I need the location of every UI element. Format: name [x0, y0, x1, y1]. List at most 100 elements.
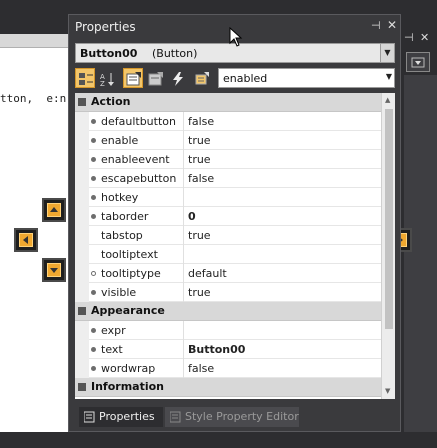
- collapse-icon[interactable]: [78, 383, 86, 391]
- property-value[interactable]: true: [188, 153, 211, 166]
- category-label: Appearance: [91, 304, 165, 317]
- dock-top-guide[interactable]: [42, 198, 66, 222]
- property-row[interactable]: defaultbutton false: [75, 112, 381, 131]
- property-name: hotkey: [101, 191, 139, 204]
- tab-style-property-editor[interactable]: Style Property Editor: [165, 407, 299, 427]
- row-gutter: [75, 131, 89, 150]
- property-row[interactable]: expr: [75, 321, 381, 340]
- category-information[interactable]: Information: [75, 378, 381, 397]
- chevron-down-icon[interactable]: ▼: [386, 72, 392, 81]
- row-gutter: [75, 340, 89, 359]
- pin-icon[interactable]: ⊣: [371, 19, 381, 32]
- property-row[interactable]: wordwrap false: [75, 359, 381, 378]
- tab-style-property-editor-label: Style Property Editor: [185, 410, 299, 423]
- property-value[interactable]: default: [188, 267, 227, 280]
- scroll-down-icon[interactable]: ▼: [385, 387, 390, 395]
- property-value[interactable]: false: [188, 115, 214, 128]
- property-name: enableevent: [101, 153, 170, 166]
- property-value[interactable]: false: [188, 362, 214, 375]
- property-name: defaultbutton: [101, 115, 176, 128]
- object-name: Button00: [80, 47, 138, 60]
- column-divider: [183, 188, 184, 207]
- property-value[interactable]: true: [188, 286, 211, 299]
- categorized-button[interactable]: [75, 68, 95, 88]
- property-value[interactable]: Button00: [188, 343, 245, 356]
- alphabetical-icon: A Z: [100, 73, 114, 87]
- property-row[interactable]: enableevent true: [75, 150, 381, 169]
- close-icon[interactable]: ✕: [420, 31, 429, 44]
- column-divider: [183, 321, 184, 340]
- property-name: taborder: [101, 210, 149, 223]
- property-grid-scrollbar[interactable]: ▲ ▼: [381, 93, 395, 399]
- style-button[interactable]: [191, 68, 211, 88]
- style-editor-tab-icon: [170, 411, 181, 423]
- property-name: tabstop: [101, 229, 143, 242]
- property-value[interactable]: false: [188, 172, 214, 185]
- property-marker-icon: [91, 195, 96, 200]
- dock-left-guide[interactable]: [14, 228, 38, 252]
- column-divider: [183, 207, 184, 226]
- pin-icon[interactable]: ⊣: [404, 31, 414, 44]
- filter-value: enabled: [223, 72, 268, 85]
- column-divider: [183, 150, 184, 169]
- property-pages-button[interactable]: [145, 68, 165, 88]
- column-divider: [183, 340, 184, 359]
- mouse-cursor-icon: [229, 27, 243, 47]
- row-gutter: [75, 188, 89, 207]
- column-divider: [183, 226, 184, 245]
- category-appearance[interactable]: Appearance: [75, 302, 381, 321]
- tab-properties[interactable]: Properties: [79, 407, 163, 427]
- property-marker-icon: [91, 328, 96, 333]
- property-value[interactable]: 0: [188, 210, 196, 223]
- ide-bottom-bar: [0, 432, 437, 448]
- right-panel-dropdown[interactable]: [406, 52, 430, 72]
- scroll-up-icon[interactable]: ▲: [385, 96, 390, 104]
- property-name: wordwrap: [101, 362, 156, 375]
- property-name: visible: [101, 286, 137, 299]
- row-gutter: [75, 283, 89, 302]
- collapse-icon[interactable]: [78, 307, 86, 315]
- close-icon[interactable]: ✕: [387, 18, 397, 32]
- property-name: tooltiptype: [101, 267, 161, 280]
- property-name: escapebutton: [101, 172, 177, 185]
- alphabetical-button[interactable]: A Z: [97, 68, 117, 88]
- property-name: tooltiptext: [101, 248, 158, 261]
- property-value[interactable]: true: [188, 134, 211, 147]
- code-text: tton, e:n: [0, 92, 67, 105]
- property-row[interactable]: escapebutton false: [75, 169, 381, 188]
- property-row[interactable]: text Button00: [75, 340, 381, 359]
- property-value[interactable]: true: [188, 229, 211, 242]
- property-row[interactable]: enable true: [75, 131, 381, 150]
- property-marker-icon: [91, 290, 96, 295]
- right-panel-titlebar: ⊣ ✕: [400, 30, 437, 46]
- property-marker-icon: [91, 119, 96, 124]
- properties-button[interactable]: [123, 68, 143, 88]
- property-marker-icon: [91, 214, 96, 219]
- row-gutter: [75, 321, 89, 340]
- row-gutter: [75, 169, 89, 188]
- right-panel-body: [404, 75, 437, 448]
- svg-text:Z: Z: [100, 80, 105, 87]
- categorized-icon: [79, 73, 93, 85]
- property-marker-icon: [91, 271, 96, 276]
- column-divider: [183, 359, 184, 378]
- property-name: text: [101, 343, 123, 356]
- category-action[interactable]: Action: [75, 93, 381, 112]
- dock-bottom-guide[interactable]: [42, 258, 66, 282]
- property-row[interactable]: tabstop true: [75, 226, 381, 245]
- events-button[interactable]: [167, 68, 187, 88]
- chevron-down-icon[interactable]: ▼: [380, 44, 394, 62]
- property-grid[interactable]: Action defaultbutton false enable true enable…: [75, 93, 395, 399]
- property-row[interactable]: tooltiptype default: [75, 264, 381, 283]
- property-filter-combo[interactable]: enabled ▼: [218, 68, 395, 88]
- column-divider: [183, 169, 184, 188]
- collapse-icon[interactable]: [78, 98, 86, 106]
- scroll-thumb[interactable]: [385, 109, 393, 329]
- property-row[interactable]: hotkey: [75, 188, 381, 207]
- property-row[interactable]: visible true: [75, 283, 381, 302]
- row-gutter: [75, 264, 89, 283]
- properties-window[interactable]: Properties ⊣ ✕ Button00 (Button) ▼ A Z e…: [68, 14, 401, 432]
- property-row[interactable]: taborder 0: [75, 207, 381, 226]
- property-row[interactable]: tooltiptext: [75, 245, 381, 264]
- column-divider: [183, 112, 184, 131]
